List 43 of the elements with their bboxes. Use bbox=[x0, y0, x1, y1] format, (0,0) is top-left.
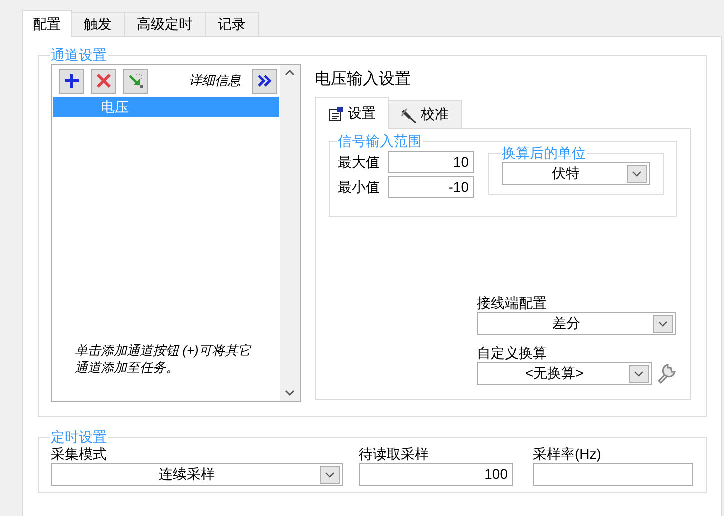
input-field[interactable] bbox=[533, 463, 693, 486]
add-button[interactable] bbox=[59, 68, 84, 94]
caret-icon bbox=[627, 165, 647, 183]
dropdown[interactable]: 伏特 bbox=[502, 162, 650, 185]
scroll-up-icon[interactable] bbox=[285, 69, 295, 77]
field-label: 最大值 bbox=[338, 152, 381, 172]
wrench-icon[interactable] bbox=[656, 362, 678, 384]
input-field[interactable]: -10 bbox=[388, 176, 474, 198]
tab[interactable]: 校准 bbox=[388, 100, 462, 128]
caret-icon bbox=[653, 315, 673, 333]
hint-text: 单击添加通道按钮 (+)可将其它通道添加至任务。 bbox=[74, 342, 253, 376]
input-field[interactable]: 10 bbox=[388, 151, 474, 173]
dropdown[interactable]: 差分 bbox=[477, 312, 676, 335]
field-label: 接线端配置 bbox=[477, 294, 548, 312]
field-label: 自定义换算 bbox=[477, 344, 548, 362]
delete-button[interactable] bbox=[91, 68, 116, 94]
group-title: 换算后的单位 bbox=[501, 145, 587, 161]
details-label: 详细信息 bbox=[189, 72, 241, 90]
arrow-button[interactable] bbox=[123, 68, 148, 94]
cross-icon bbox=[96, 73, 112, 89]
caret-icon bbox=[320, 466, 340, 484]
tab[interactable]: 配置 bbox=[22, 10, 72, 37]
group-title: 通道设置 bbox=[50, 47, 108, 63]
field-label: 采集模式 bbox=[51, 445, 108, 463]
input-field[interactable]: 100 bbox=[359, 463, 513, 486]
section-title: 电压输入设置 bbox=[315, 70, 412, 90]
form-icon bbox=[328, 106, 344, 122]
field-label: 采样率(Hz) bbox=[533, 445, 602, 463]
scroll-down-icon[interactable] bbox=[285, 389, 295, 397]
plus-icon bbox=[64, 73, 80, 89]
double-chevron-icon bbox=[256, 74, 272, 88]
tool-icon bbox=[401, 106, 417, 122]
field-label: 最小值 bbox=[338, 178, 381, 196]
group-title: 定时设置 bbox=[50, 429, 108, 445]
tab[interactable]: 记录 bbox=[205, 12, 259, 36]
arrow-icon bbox=[128, 73, 144, 89]
group-title: 信号输入范围 bbox=[337, 133, 423, 149]
caret-icon bbox=[629, 365, 649, 383]
dropdown[interactable]: 连续采样 bbox=[51, 463, 343, 486]
tab[interactable]: 设置 bbox=[315, 97, 389, 129]
dropdown[interactable]: <无换算> bbox=[477, 362, 652, 385]
field-label: 待读取采样 bbox=[359, 445, 430, 463]
details-button[interactable] bbox=[252, 68, 277, 94]
